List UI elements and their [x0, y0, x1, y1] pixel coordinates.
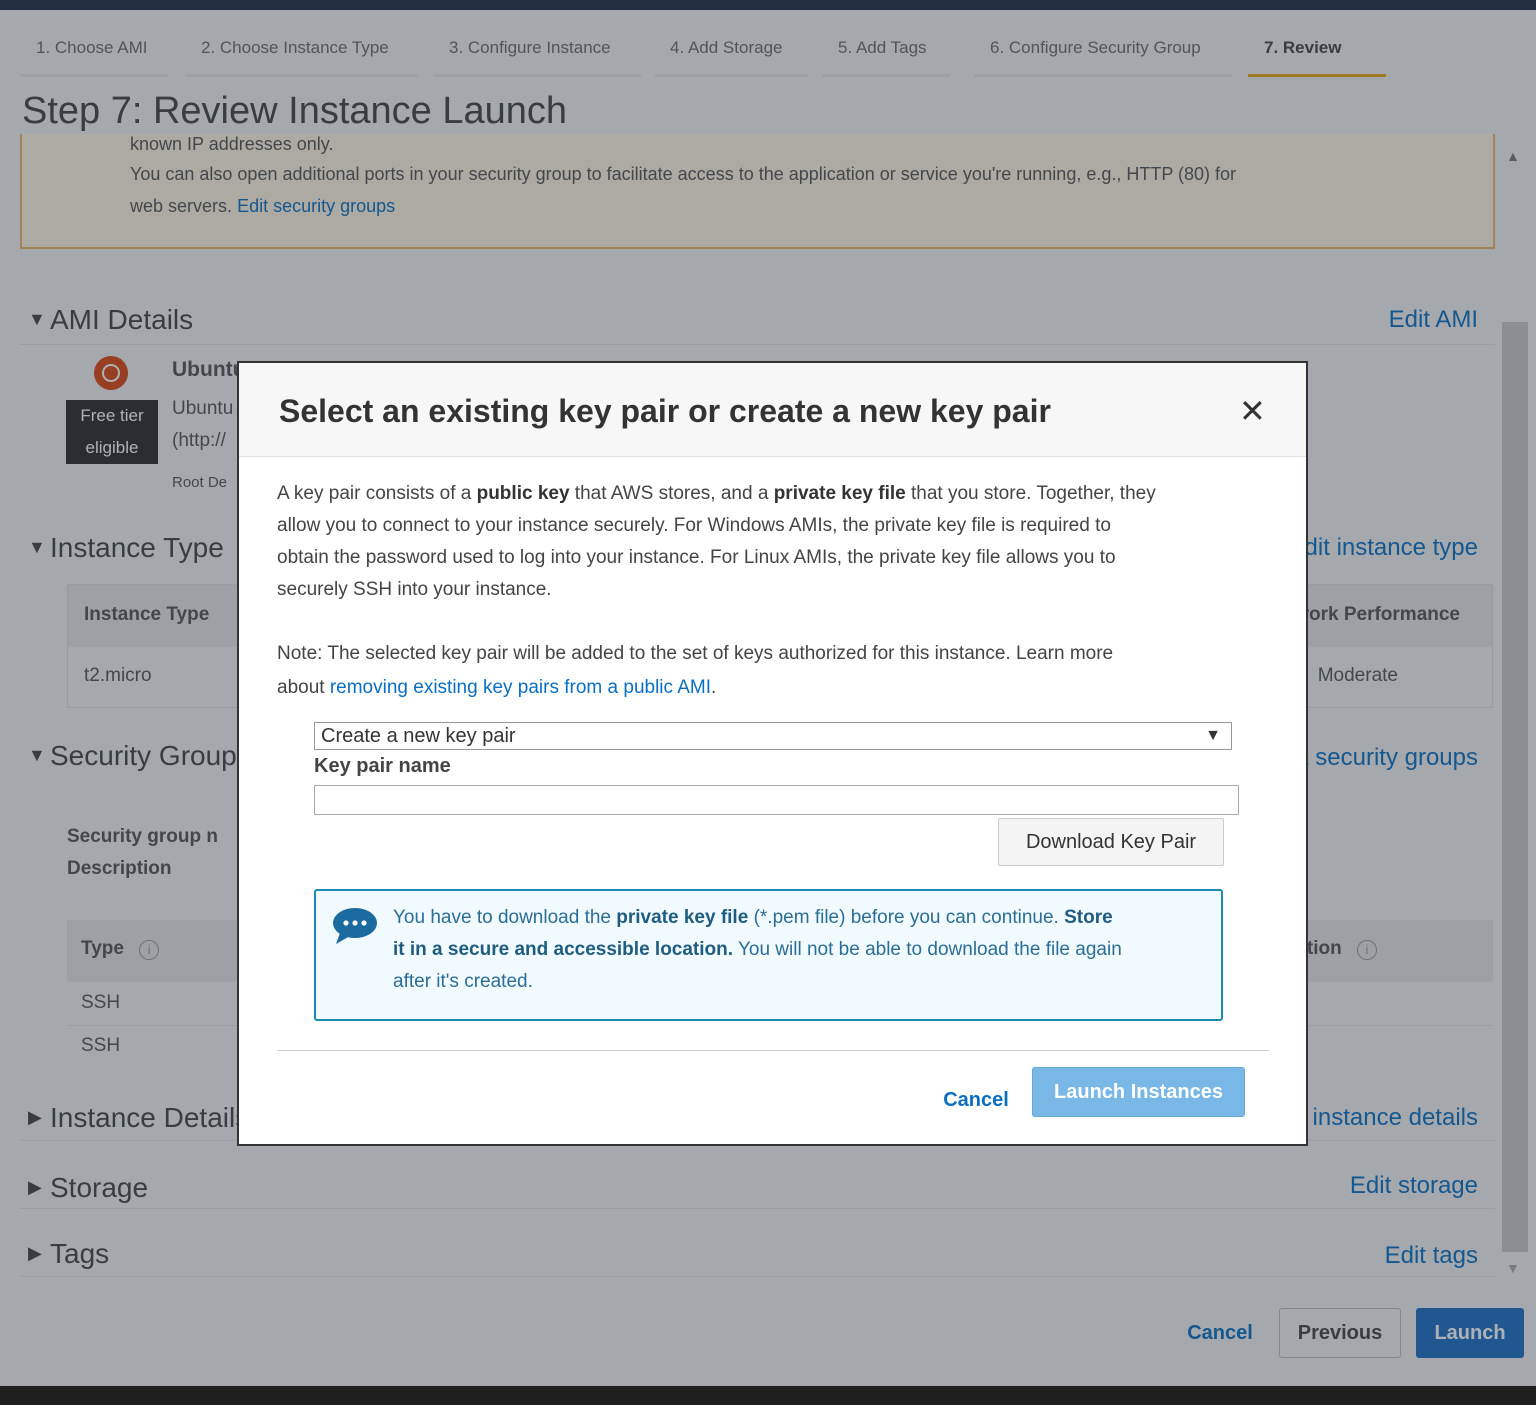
- text: (*.pem file) before you can continue.: [748, 907, 1065, 928]
- note-line: Note: The selected key pair will be adde…: [277, 643, 1114, 664]
- description-line: A key pair consists of a public key that…: [277, 483, 1156, 505]
- text: You will not be able to download the fil…: [733, 939, 1122, 960]
- dropdown-arrow-icon: ▼: [1205, 727, 1221, 744]
- text-bold: it in a secure and accessible location.: [393, 939, 734, 960]
- text: that you store. Together, they: [905, 483, 1156, 504]
- description-line: securely SSH into your instance.: [277, 579, 552, 600]
- key-pair-modal: Select an existing key pair or create a …: [237, 361, 1308, 1146]
- text-bold: private key file: [616, 907, 749, 928]
- close-icon[interactable]: ✕: [1239, 395, 1266, 427]
- key-pair-select[interactable]: Create a new key pair ▼: [314, 722, 1232, 750]
- description-line: allow you to connect to your instance se…: [277, 515, 1111, 536]
- download-key-pair-button[interactable]: Download Key Pair: [998, 818, 1224, 866]
- select-value: Create a new key pair: [321, 725, 516, 747]
- text-bold: public key: [476, 483, 570, 504]
- modal-divider: [277, 1050, 1269, 1051]
- launch-instances-button[interactable]: Launch Instances: [1032, 1067, 1245, 1117]
- text: You have to download the: [393, 907, 617, 928]
- info-line: You have to download the private key fil…: [393, 907, 1113, 929]
- description-line: obtain the password used to log into you…: [277, 547, 1116, 568]
- text: .: [711, 677, 717, 698]
- chat-bubble-icon: [333, 908, 377, 944]
- removing-key-pairs-link[interactable]: removing existing key pairs from a publi…: [330, 677, 711, 698]
- key-pair-name-input[interactable]: [314, 785, 1239, 815]
- info-line: it in a secure and accessible location. …: [393, 939, 1122, 961]
- text: about: [277, 677, 325, 698]
- modal-cancel-button[interactable]: Cancel: [931, 1078, 1021, 1122]
- top-bar: [0, 0, 1536, 10]
- text-bold: private key file: [773, 483, 906, 504]
- info-line: after it's created.: [393, 971, 533, 992]
- modal-header: Select an existing key pair or create a …: [239, 363, 1306, 457]
- key-pair-name-label: Key pair name: [314, 755, 451, 777]
- modal-title: Select an existing key pair or create a …: [279, 393, 1051, 429]
- note-line: about removing existing key pairs from a…: [277, 677, 716, 699]
- text-bold: Store: [1064, 907, 1113, 928]
- text: that AWS stores, and a: [569, 483, 774, 504]
- text: A key pair consists of a: [277, 483, 477, 504]
- download-info-box: You have to download the private key fil…: [314, 889, 1223, 1021]
- bottom-bar: [0, 1386, 1536, 1405]
